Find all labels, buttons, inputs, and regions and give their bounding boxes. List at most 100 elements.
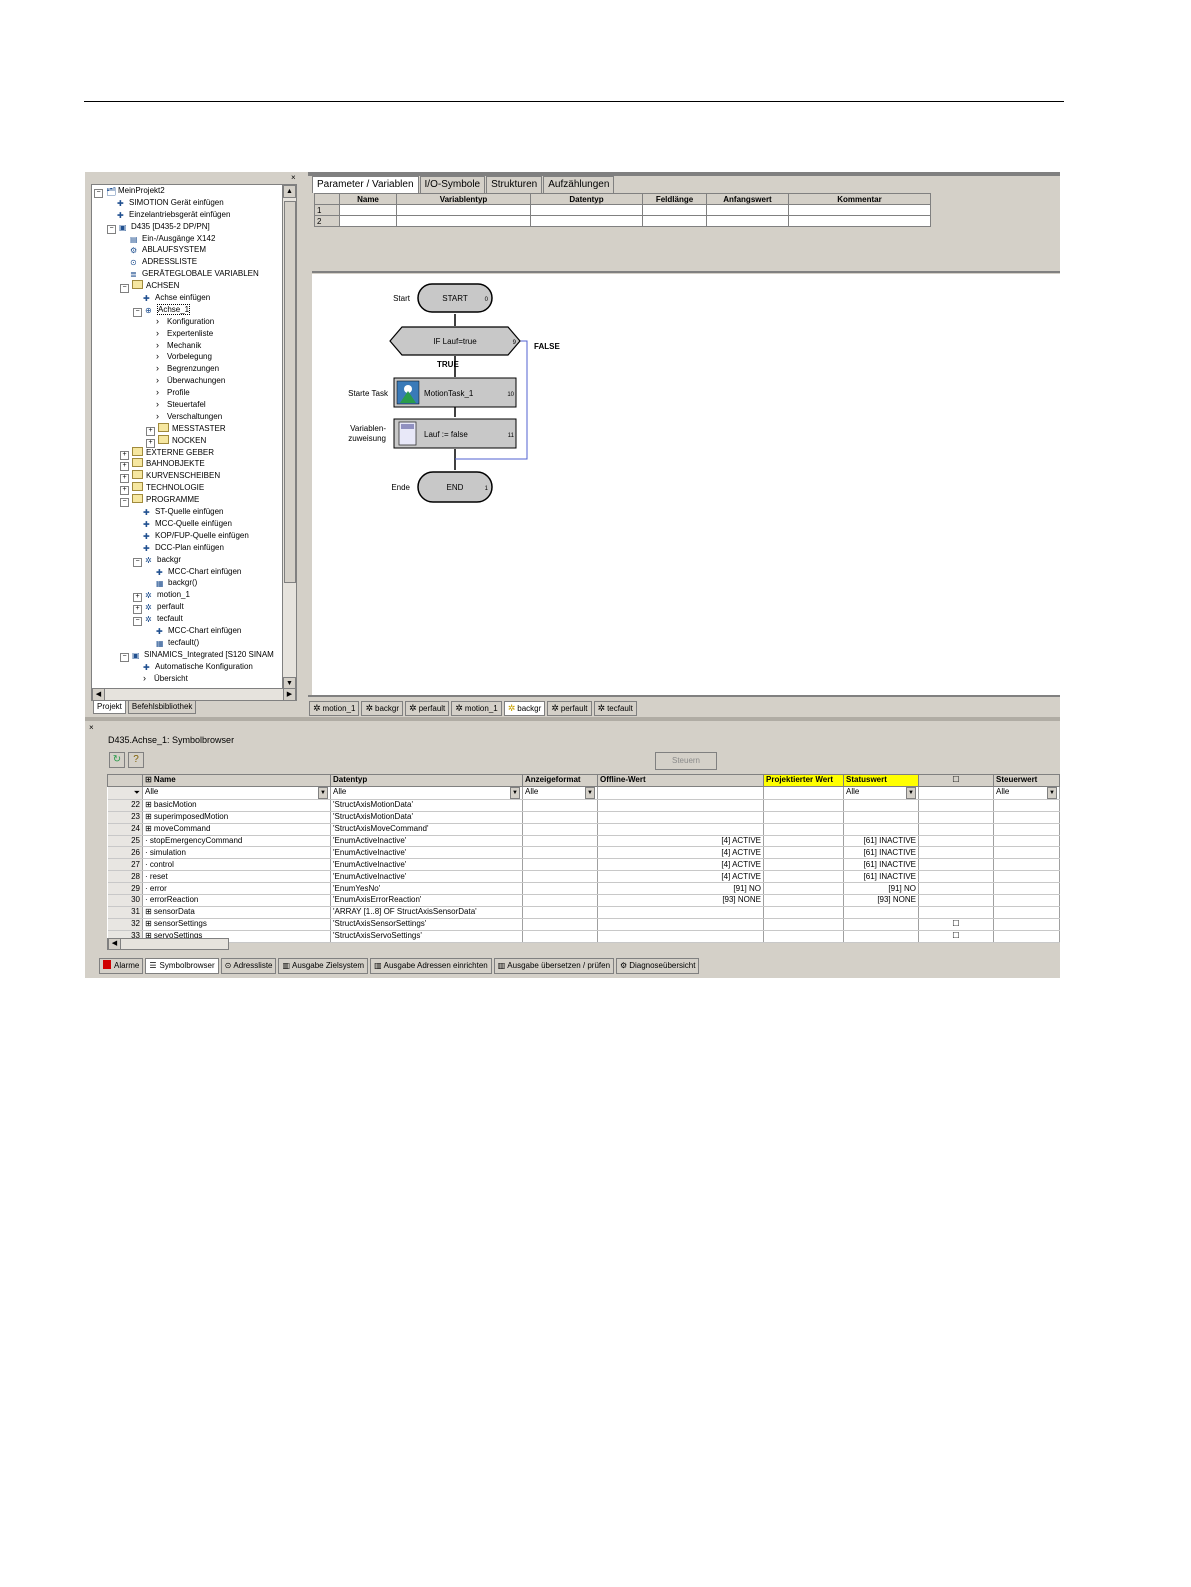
col-steuerwert[interactable]: Steuerwert xyxy=(993,774,1060,787)
control-value[interactable] xyxy=(993,894,1060,907)
offline-value[interactable] xyxy=(597,918,764,931)
tree-item[interactable]: ✚ DCC-Plan einfügen xyxy=(92,542,282,554)
table-cell[interactable] xyxy=(706,215,789,227)
tree-item[interactable]: + BAHNOBJEKTE xyxy=(92,458,282,472)
tree-item[interactable]: › Verschaltungen xyxy=(92,411,282,423)
tree-item[interactable]: › Expertenliste xyxy=(92,328,282,340)
tab-io-symbole[interactable]: I/O-Symbole xyxy=(419,176,486,193)
tab-backgr-active[interactable]: ✲ backgr xyxy=(503,701,546,716)
projected-value[interactable] xyxy=(763,846,844,860)
tree-item[interactable]: + ✲ motion_1 xyxy=(92,589,282,603)
status-value[interactable] xyxy=(843,823,919,836)
col-name[interactable]: ⊞ Name xyxy=(142,774,331,787)
tab-strukturen[interactable]: Strukturen xyxy=(486,176,543,193)
col-kommentar[interactable]: Kommentar xyxy=(788,193,931,205)
offline-value[interactable]: [93] NONE xyxy=(597,894,764,907)
steuern-button[interactable]: Steuern xyxy=(655,752,717,770)
dropdown-arrow-icon[interactable]: ▼ xyxy=(906,786,916,799)
display-format[interactable] xyxy=(522,906,598,919)
symbol-name[interactable]: ⊞ sensorSettings xyxy=(142,918,331,931)
offline-value[interactable]: [4] ACTIVE xyxy=(597,835,764,848)
projected-value[interactable] xyxy=(763,858,844,872)
filter-cell[interactable]: Alle ▼ xyxy=(330,786,523,800)
symbol-name[interactable]: · control xyxy=(142,858,331,872)
tree-item[interactable]: ▦ backgr() xyxy=(92,577,282,589)
projected-value[interactable] xyxy=(763,835,844,848)
tree-item[interactable]: − ⊕ Achse_1 xyxy=(92,303,282,317)
symbol-name[interactable]: ⊞ sensorData xyxy=(142,906,331,919)
scroll-thumb[interactable] xyxy=(284,201,296,583)
table-row[interactable]: 22 ⊞ basicMotion 'StructAxisMotionData' xyxy=(107,799,1060,812)
tree-item[interactable]: ▦ tecfault() xyxy=(92,637,282,649)
filter-cell[interactable]: Alle ▼ xyxy=(522,786,598,800)
tab-perfault-b[interactable]: ✲ perfault xyxy=(547,701,592,716)
symbol-table-hscroll[interactable]: ◀ xyxy=(107,938,229,950)
control-value[interactable] xyxy=(993,882,1060,896)
tab-alarme[interactable]: Alarme xyxy=(99,958,144,974)
tree-item[interactable]: + TECHNOLOGIE xyxy=(92,482,282,496)
filter-cell[interactable]: Alle ▼ xyxy=(843,786,919,800)
table-cell[interactable] xyxy=(339,215,397,227)
col-anfangswert[interactable]: Anfangswert xyxy=(706,193,789,205)
projected-value[interactable] xyxy=(763,882,844,896)
display-format[interactable] xyxy=(522,894,598,907)
tree-item[interactable]: + EXTERNE GEBER xyxy=(92,446,282,460)
tab-motion-1[interactable]: ✲ motion_1 xyxy=(309,701,360,716)
scroll-up-icon[interactable]: ▲ xyxy=(283,185,296,198)
control-value[interactable] xyxy=(993,846,1060,860)
tab-symbolbrowser[interactable]: ☰ Symbolbrowser xyxy=(145,958,219,974)
status-value[interactable]: [61] INACTIVE xyxy=(843,858,919,872)
tree-item[interactable]: ✚ Einzelantriebsgerät einfügen xyxy=(92,209,282,221)
scroll-right-icon[interactable]: ▶ xyxy=(283,688,296,701)
tree-item[interactable]: ⊙ ADRESSLISTE xyxy=(92,256,282,268)
tree-item[interactable]: − ✲ backgr xyxy=(92,554,282,567)
table-cell[interactable] xyxy=(530,215,643,227)
filter-cell[interactable] xyxy=(597,786,764,800)
editor-splitter[interactable] xyxy=(312,271,1060,273)
col-statuswert[interactable]: Statuswert xyxy=(843,774,919,787)
status-value[interactable] xyxy=(843,930,919,943)
table-row[interactable]: 31 ⊞ sensorData 'ARRAY [1..8] OF StructAxi… xyxy=(107,906,1060,919)
tree-item[interactable]: − ▣ SINAMICS_Integrated [S120 SINAM xyxy=(92,649,282,662)
control-checkbox[interactable] xyxy=(918,823,994,836)
display-format[interactable] xyxy=(522,918,598,931)
control-checkbox[interactable] xyxy=(918,858,994,872)
status-value[interactable] xyxy=(843,811,919,824)
table-row[interactable]: 26 · simulation 'EnumActiveInactive' [4] AC… xyxy=(107,846,1060,860)
offline-value[interactable]: [4] ACTIVE xyxy=(597,858,764,872)
status-value[interactable]: [61] INACTIVE xyxy=(843,835,919,848)
tab-tecfault[interactable]: ✲ tecfault xyxy=(593,701,637,716)
table-cell[interactable] xyxy=(642,215,707,227)
tree-item[interactable]: › Begrenzungen xyxy=(92,363,282,375)
tab-parameter-variablen[interactable]: Parameter / Variablen xyxy=(312,176,419,193)
table-cell[interactable] xyxy=(339,204,397,216)
control-checkbox[interactable] xyxy=(918,906,994,919)
navigator-close-icon[interactable]: × xyxy=(291,173,296,182)
tree-item[interactable]: › Überwachungen xyxy=(92,375,282,387)
control-checkbox[interactable]: ☐ xyxy=(918,918,994,931)
symbol-datatype[interactable]: 'EnumActiveInactive' xyxy=(330,835,523,848)
offline-value[interactable] xyxy=(597,799,764,812)
tab-diagnoseuebersicht[interactable]: ⚙ Diagnoseübersicht xyxy=(616,958,700,974)
tree-item[interactable]: ▤ Ein-/Ausgänge X142 xyxy=(92,233,282,245)
tree-item[interactable]: + NOCKEN xyxy=(92,434,282,448)
tree-item[interactable]: ✚ Automatische Konfiguration xyxy=(92,661,282,673)
table-cell[interactable] xyxy=(530,204,643,216)
display-format[interactable] xyxy=(522,870,598,884)
tree-item[interactable]: ✚ MCC-Chart einfügen xyxy=(92,625,282,637)
table-row[interactable]: 27 · control 'EnumActiveInactive' [4] ACTIV… xyxy=(107,858,1060,872)
tree-item[interactable]: + ✲ perfault xyxy=(92,601,282,615)
projected-value[interactable] xyxy=(763,906,844,919)
symbol-datatype[interactable]: 'EnumYesNo' xyxy=(330,882,523,896)
tree-item[interactable]: › Übersicht xyxy=(92,673,282,685)
tree-item[interactable]: ≣ GERÄTEGLOBALE VARIABLEN xyxy=(92,268,282,280)
tab-ausgabe-uebersetzen[interactable]: ▥ Ausgabe übersetzen / prüfen xyxy=(493,958,615,974)
filter-cell[interactable]: Alle ▼ xyxy=(993,786,1060,800)
symbol-name[interactable]: · simulation xyxy=(142,846,331,860)
tree-item[interactable]: ⚙ ABLAUFSYSTEM xyxy=(92,244,282,256)
projected-value[interactable] xyxy=(763,894,844,907)
projected-value[interactable] xyxy=(763,870,844,884)
symbol-datatype[interactable]: 'ARRAY [1..8] OF StructAxisSensorData' xyxy=(330,906,523,919)
tree-item[interactable]: ✚ ST-Quelle einfügen xyxy=(92,506,282,518)
control-value[interactable] xyxy=(993,811,1060,824)
